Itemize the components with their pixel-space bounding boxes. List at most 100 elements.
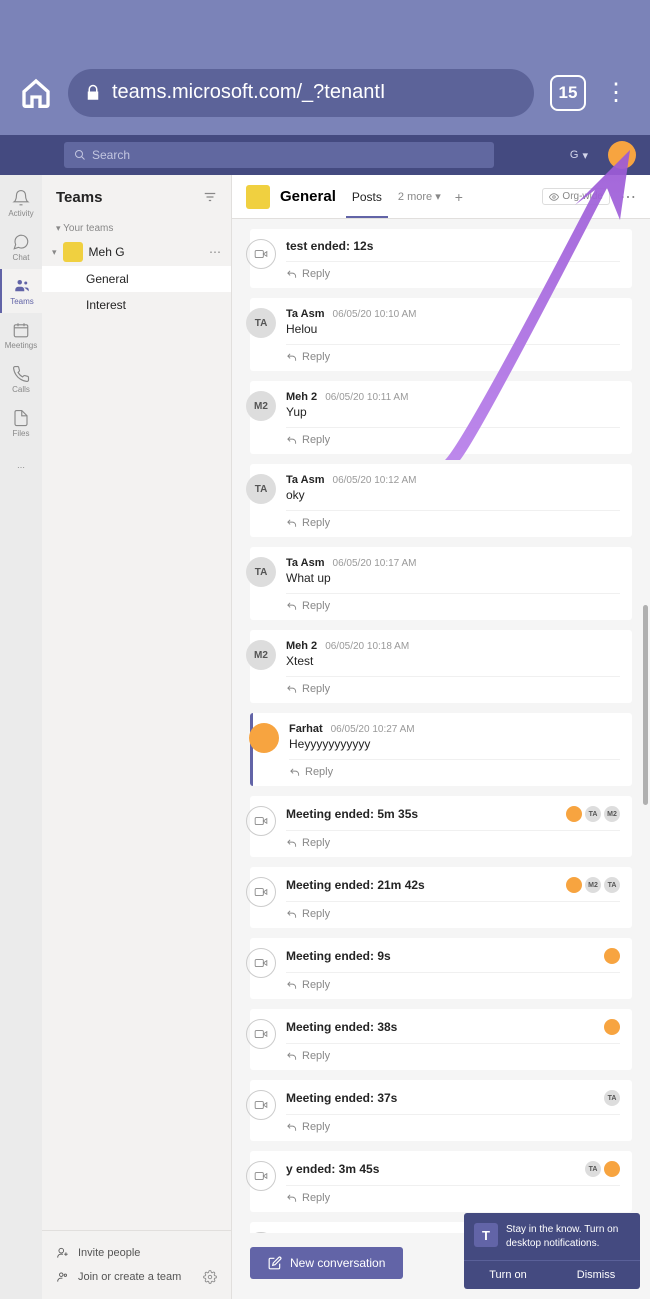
participants	[604, 948, 620, 964]
message-card[interactable]: TA Ta Asm06/05/20 10:17 AM What up Reply	[250, 547, 632, 620]
message-card[interactable]: TA Ta Asm06/05/20 10:10 AM Helou Reply	[250, 298, 632, 371]
message-text: Meeting ended: 9s	[286, 949, 391, 963]
message-card[interactable]: M2 Meh 206/05/20 10:11 AM Yup Reply	[250, 381, 632, 454]
message-avatar	[246, 806, 276, 836]
message-card[interactable]: Meeting ended: 9s Reply	[250, 938, 632, 999]
message-card[interactable]: M2 Meh 206/05/20 10:18 AM Xtest Reply	[250, 630, 632, 703]
message-card[interactable]: TA Ta Asm06/05/20 10:12 AM oky Reply	[250, 464, 632, 537]
tab-more[interactable]: 2 more ▾	[398, 190, 441, 203]
rail-more[interactable]: ⋯	[0, 445, 42, 489]
message-author: Ta Asm	[286, 474, 325, 486]
message-text: What up	[286, 571, 331, 585]
rail-calls[interactable]: Calls	[0, 357, 42, 401]
participants: M2TA	[566, 877, 620, 893]
reply-button[interactable]: Reply	[286, 593, 620, 612]
message-card[interactable]: y ended: 3m 45sTA Reply	[250, 1151, 632, 1212]
message-author: Meh 2	[286, 640, 317, 652]
content-header: General Posts 2 more ▾ + Org-wide ⋯	[232, 175, 650, 219]
participants: TAM2	[566, 806, 620, 822]
add-tab-button[interactable]: +	[455, 189, 463, 205]
channel-interest[interactable]: Interest	[42, 292, 231, 318]
teams-logo-icon: T	[474, 1223, 498, 1247]
message-time: 06/05/20 10:27 AM	[331, 724, 415, 735]
reply-button[interactable]: Reply	[286, 427, 620, 446]
participant-dot: TA	[585, 806, 601, 822]
message-list[interactable]: test ended: 12s Reply TA Ta Asm06/05/20 …	[232, 219, 650, 1233]
channel-content: General Posts 2 more ▾ + Org-wide ⋯ test…	[232, 175, 650, 1299]
url-bar[interactable]: teams.microsoft.com/_?tenantI	[68, 69, 534, 117]
channel-title: General	[280, 188, 336, 205]
message-avatar	[246, 877, 276, 907]
message-card[interactable]: Meeting ended: 5m 35sTAM2 Reply	[250, 796, 632, 857]
reply-button[interactable]: Reply	[289, 759, 620, 778]
message-card[interactable]: Farhat06/05/20 10:27 AM Heyyyyyyyyyyy Re…	[250, 713, 632, 786]
message-text: Xtest	[286, 654, 313, 668]
filter-icon[interactable]	[203, 190, 217, 204]
tab-posts[interactable]: Posts	[346, 190, 388, 204]
browser-toolbar: teams.microsoft.com/_?tenantI 15 ⋮	[0, 0, 650, 135]
message-avatar	[249, 723, 279, 753]
reply-button[interactable]: Reply	[286, 972, 620, 991]
rail-meetings[interactable]: Meetings	[0, 313, 42, 357]
search-input[interactable]: Search	[64, 142, 494, 168]
team-avatar	[63, 242, 83, 262]
more-icon[interactable]: ⋯	[620, 187, 636, 207]
tab-count-button[interactable]: 15	[550, 75, 586, 111]
dismiss-button[interactable]: Dismiss	[552, 1261, 640, 1289]
message-text: Heyyyyyyyyyyy	[289, 737, 370, 751]
channel-general[interactable]: General	[42, 266, 231, 292]
message-card[interactable]: test ended: 12s Reply	[250, 229, 632, 288]
reply-button[interactable]: Reply	[286, 901, 620, 920]
participant-dot: TA	[604, 877, 620, 893]
toast-text: Stay in the know. Turn on desktop notifi…	[506, 1223, 630, 1250]
org-wide-badge[interactable]: Org-wide	[542, 188, 610, 205]
reply-button[interactable]: Reply	[286, 344, 620, 363]
participants: TA	[585, 1161, 620, 1177]
participant-dot	[566, 806, 582, 822]
message-author: Ta Asm	[286, 308, 325, 320]
rail-teams[interactable]: Teams	[0, 269, 42, 313]
message-card[interactable]: Meeting ended: 21m 42sM2TA Reply	[250, 867, 632, 928]
message-text: test ended: 12s	[286, 239, 373, 253]
reply-button[interactable]: Reply	[286, 261, 620, 280]
join-create-team-link[interactable]: Join or create a team	[56, 1265, 217, 1289]
new-conversation-button[interactable]: New conversation	[250, 1247, 403, 1279]
team-row[interactable]: ▾ Meh G ⋯	[42, 238, 231, 266]
calendar-icon	[12, 321, 30, 339]
participants: TA	[604, 1090, 620, 1106]
turn-on-button[interactable]: Turn on	[464, 1261, 552, 1289]
rail-chat[interactable]: Chat	[0, 225, 42, 269]
reply-button[interactable]: Reply	[286, 830, 620, 849]
app-rail: Activity Chat Teams Meetings Calls Files…	[0, 175, 42, 1299]
url-text: teams.microsoft.com/_?tenantI	[112, 81, 385, 104]
home-icon[interactable]	[20, 77, 52, 109]
participant-dot	[604, 948, 620, 964]
message-avatar: M2	[246, 640, 276, 670]
chevron-down-icon: ▾	[582, 149, 588, 162]
file-icon	[12, 409, 30, 427]
invite-people-link[interactable]: Invite people	[56, 1241, 217, 1265]
reply-button[interactable]: Reply	[286, 1043, 620, 1062]
rail-activity[interactable]: Activity	[0, 181, 42, 225]
message-time: 06/05/20 10:18 AM	[325, 641, 409, 652]
sidebar-section-label: ▾ Your teams	[42, 219, 231, 238]
avatar[interactable]	[608, 141, 636, 169]
reply-button[interactable]: Reply	[286, 1185, 620, 1204]
more-icon[interactable]: ⋯	[209, 245, 221, 259]
chevron-down-icon: ▾	[435, 191, 441, 203]
reply-button[interactable]: Reply	[286, 676, 620, 695]
reply-button[interactable]: Reply	[286, 510, 620, 529]
chat-icon	[12, 233, 30, 251]
chevron-down-icon: ▾	[52, 247, 57, 258]
reply-button[interactable]: Reply	[286, 1114, 620, 1133]
rail-files[interactable]: Files	[0, 401, 42, 445]
scrollbar[interactable]	[643, 605, 648, 805]
gear-icon[interactable]	[203, 1270, 217, 1284]
message-card[interactable]: Meeting ended: 37sTA Reply	[250, 1080, 632, 1141]
browser-menu-icon[interactable]: ⋮	[602, 78, 630, 107]
message-card[interactable]: Meeting ended: 38s Reply	[250, 1009, 632, 1070]
message-time: 06/05/20 10:10 AM	[333, 309, 417, 320]
user-menu[interactable]: G ▾	[570, 149, 588, 162]
message-author: Ta Asm	[286, 557, 325, 569]
message-text: oky	[286, 488, 305, 502]
